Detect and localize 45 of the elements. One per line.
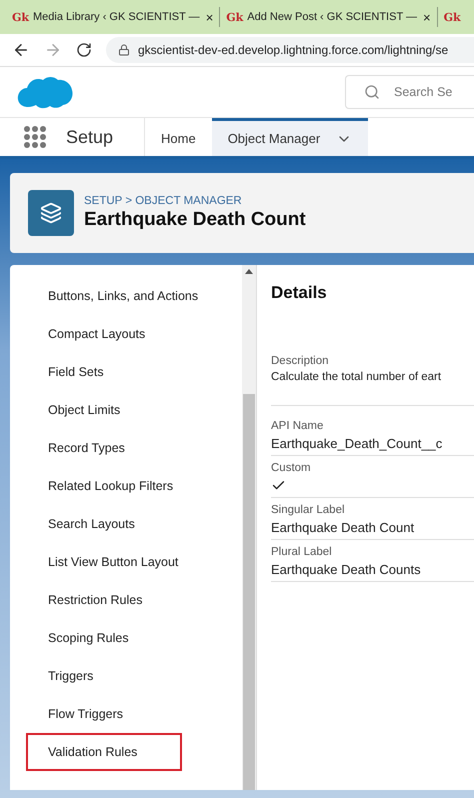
sidebar-item[interactable]: Object Limits [26, 391, 182, 429]
object-icon [28, 190, 74, 236]
site-favicon: Gk [226, 10, 244, 24]
search-icon [364, 84, 380, 100]
sidebar-item[interactable]: Buttons, Links, and Actions [26, 277, 200, 315]
sidebar-item[interactable]: Flow Triggers [26, 695, 182, 733]
field-label: Description [271, 355, 330, 367]
field-label: API Name [271, 420, 324, 432]
address-bar[interactable]: gkscientist-dev-ed.develop.lightning.force.com/lightning/se [106, 37, 474, 63]
field-value: Earthquake_Death_Count__c [271, 436, 444, 451]
browser-tab[interactable]: Media Library ‹ GK SCIENTIST — [33, 11, 200, 23]
breadcrumb[interactable]: SETUP > OBJECT MANAGER [84, 195, 306, 207]
sidebar-item[interactable]: Triggers [26, 657, 182, 695]
scrollbar-thumb[interactable] [243, 394, 255, 790]
sidebar-item[interactable]: Field Sets [26, 353, 182, 391]
sidebar-item[interactable]: Validation Rules [26, 733, 182, 771]
section-title: Details [271, 283, 328, 303]
sidebar-item[interactable]: Record Types [26, 429, 182, 467]
tab-close-button[interactable]: × [423, 10, 431, 24]
field-label: Custom [271, 462, 312, 474]
browser-tab[interactable]: Add New Post ‹ GK SCIENTIST — [247, 11, 418, 23]
site-favicon: Gk [12, 10, 30, 24]
field-value: Calculate the total number of eart [271, 371, 442, 383]
nav-tab[interactable]: Object Manager [212, 118, 368, 156]
sidebar-item[interactable]: List View Button Layout [26, 543, 182, 581]
nav-tab[interactable]: Home [145, 118, 212, 156]
app-launcher-icon[interactable] [24, 126, 46, 148]
app-name: Setup [66, 126, 114, 148]
scroll-up-icon[interactable] [245, 269, 253, 274]
page-title: Earthquake Death Count [84, 209, 306, 231]
sidebar-item[interactable]: Scoping Rules [26, 619, 182, 657]
sidebar-item[interactable]: Compact Layouts [26, 315, 182, 353]
field-label: Singular Label [271, 504, 346, 516]
sidebar-item[interactable]: Related Lookup Filters [26, 467, 182, 505]
lock-icon [118, 44, 130, 56]
field-value: Earthquake Death Counts [271, 562, 422, 577]
back-icon[interactable] [12, 41, 30, 59]
field-value: Earthquake Death Count [271, 520, 416, 535]
sidebar-item[interactable]: Search Layouts [26, 505, 182, 543]
field-label: Plural Label [271, 546, 333, 558]
reload-icon[interactable] [76, 42, 92, 58]
site-favicon: Gk [444, 10, 461, 24]
tab-close-button[interactable]: × [206, 10, 214, 24]
sidebar-item[interactable]: Restriction Rules [26, 581, 182, 619]
search-field[interactable]: Search Se [345, 75, 474, 109]
